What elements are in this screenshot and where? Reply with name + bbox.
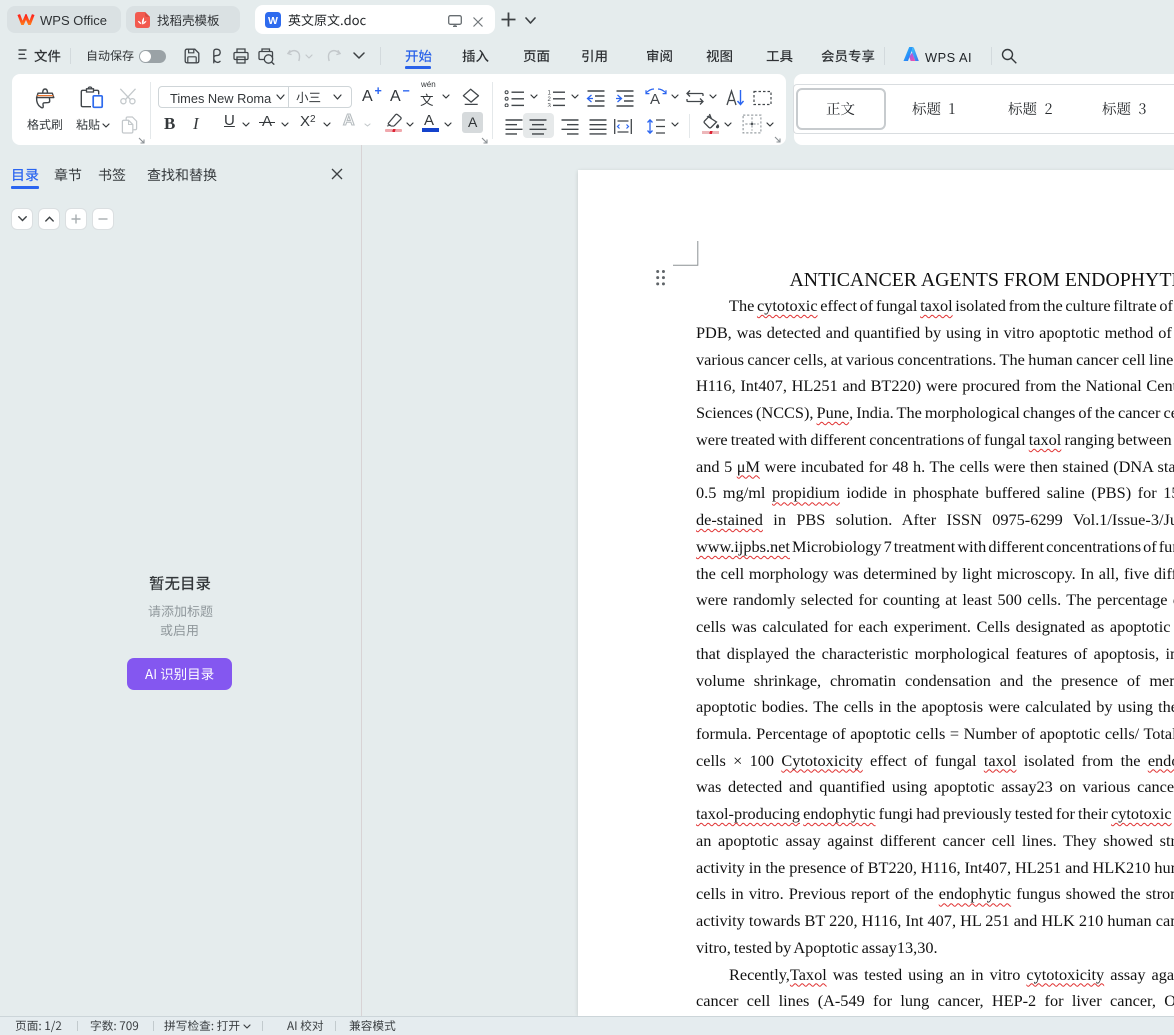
svg-text:2: 2 <box>548 97 552 103</box>
svg-text:1: 1 <box>548 90 552 96</box>
svg-text:3: 3 <box>548 104 552 107</box>
svg-text:W: W <box>268 15 278 27</box>
svg-text:A: A <box>650 91 660 108</box>
